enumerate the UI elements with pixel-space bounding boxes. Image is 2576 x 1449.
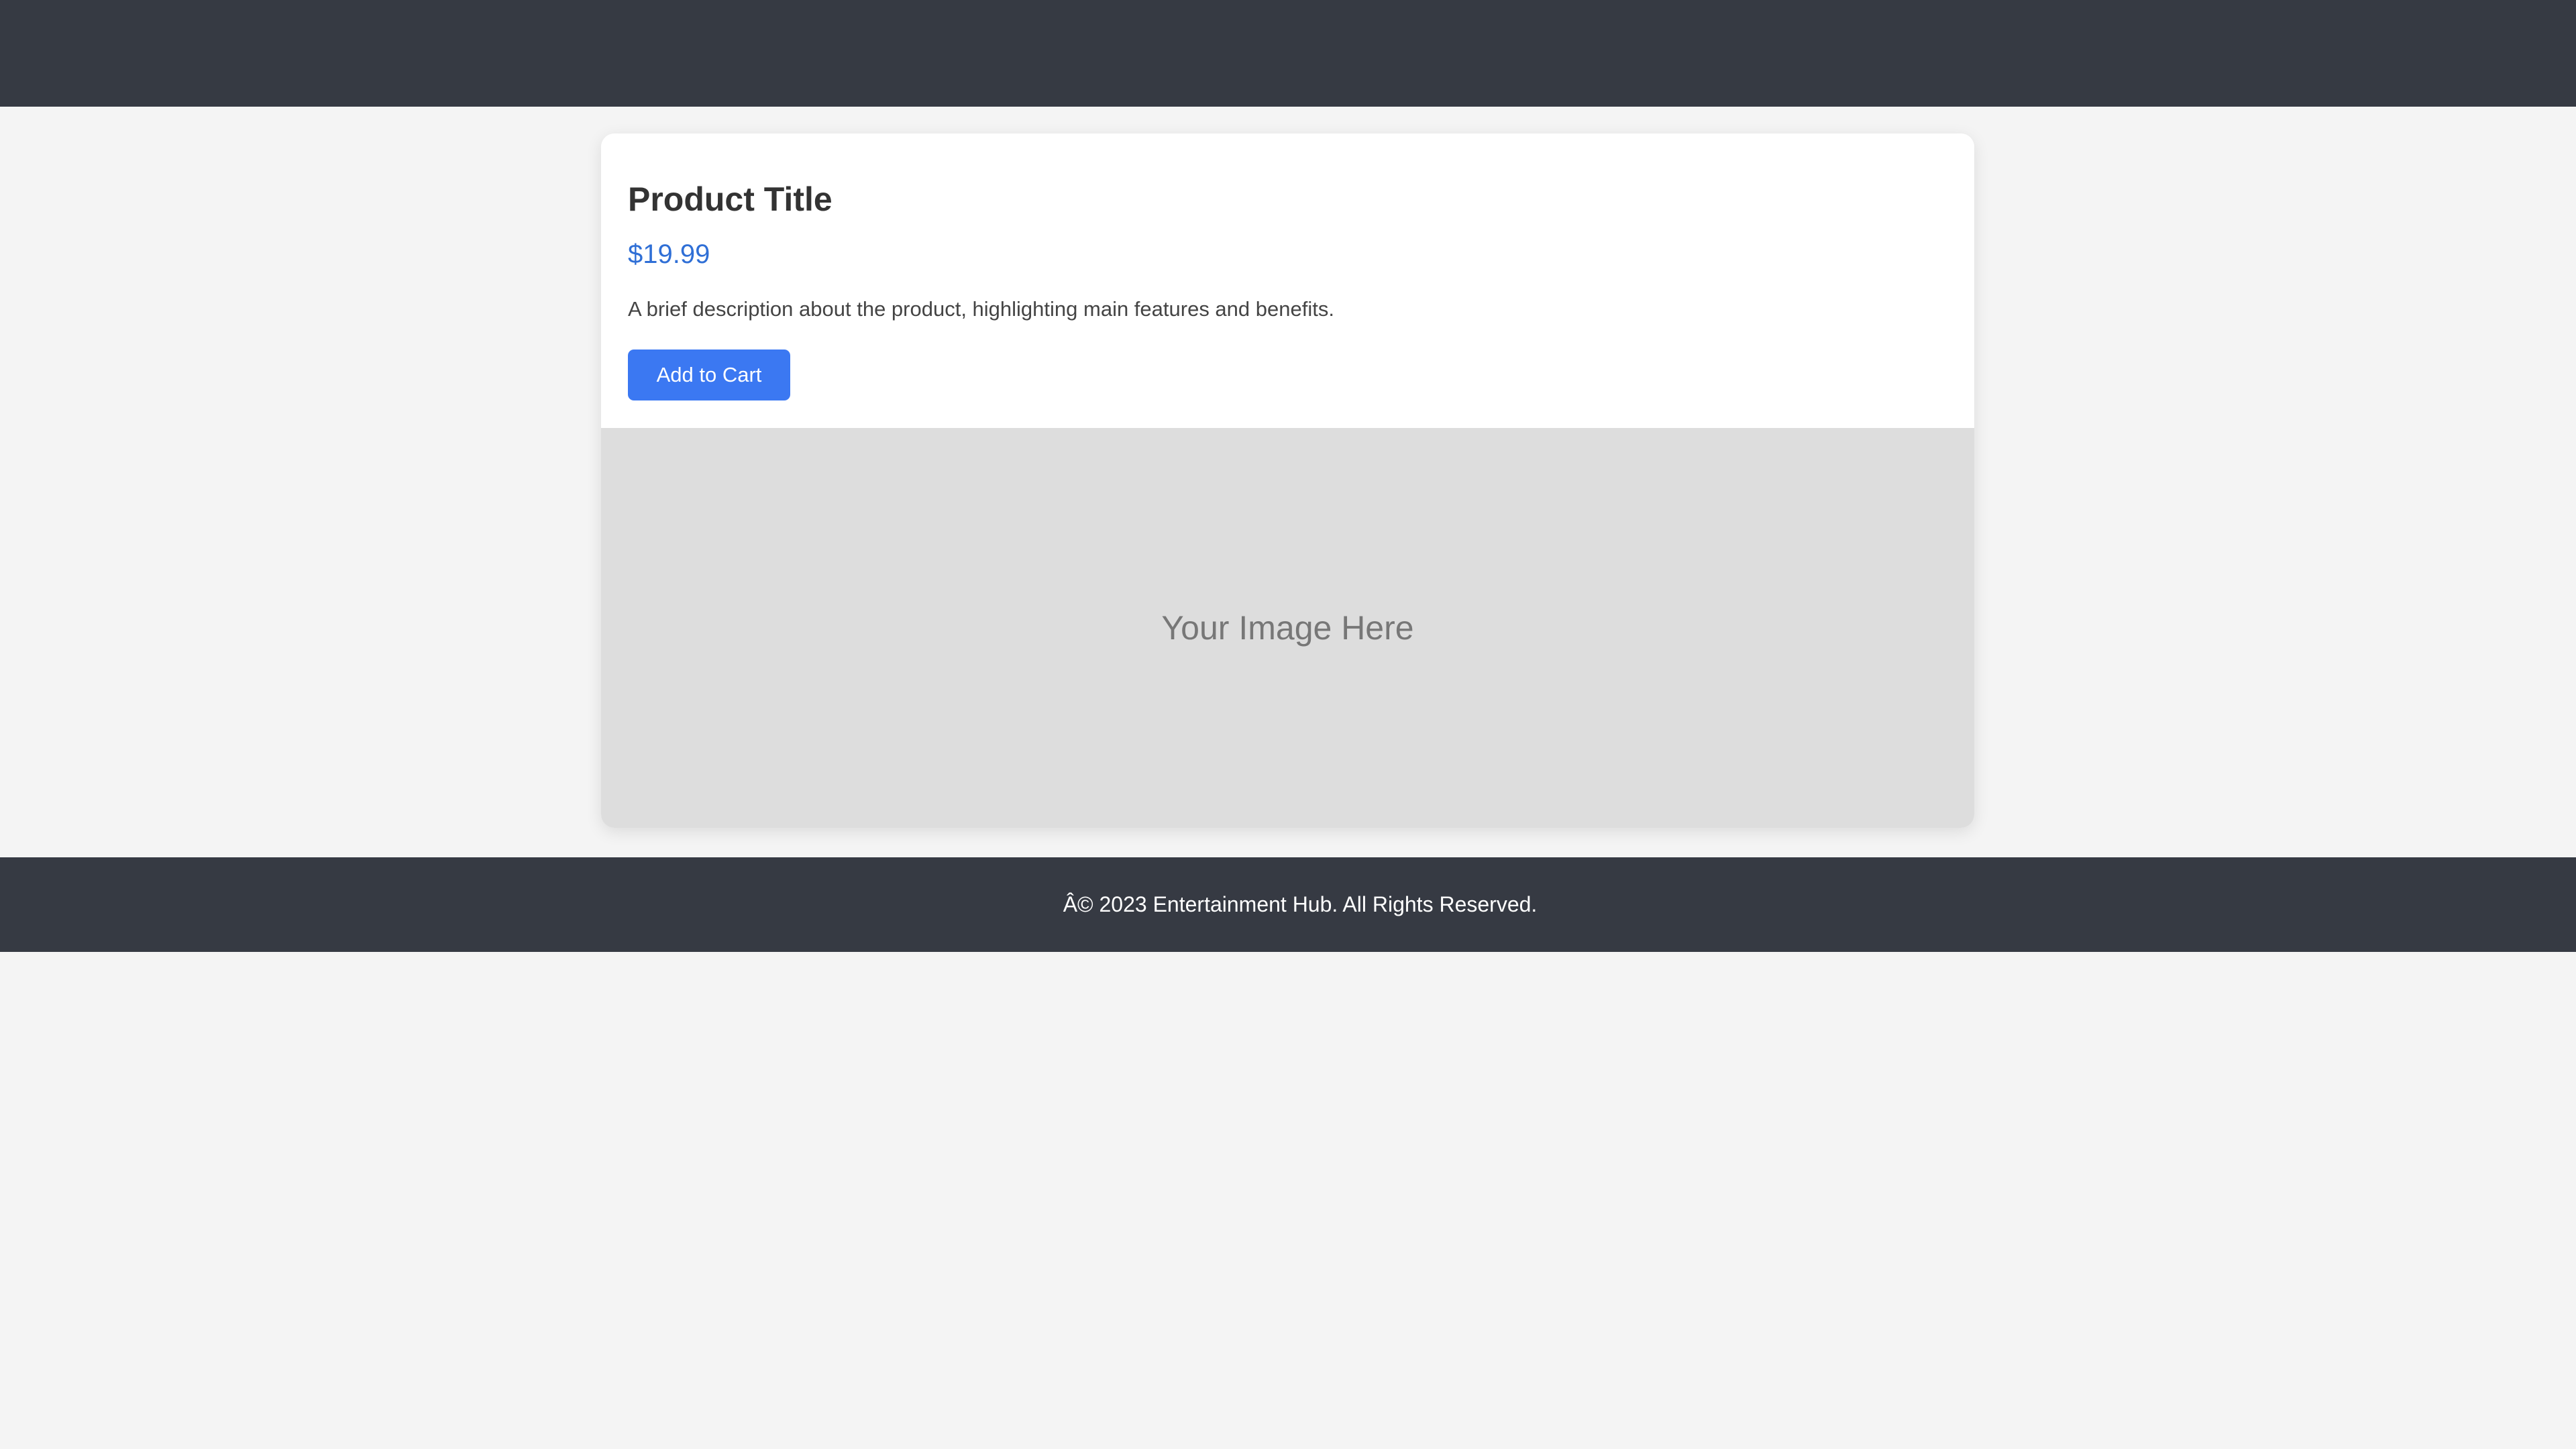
add-to-cart-button[interactable]: Add to Cart xyxy=(628,350,790,400)
image-placeholder-text: Your Image Here xyxy=(1161,609,1414,647)
product-info: Product Title $19.99 A brief description… xyxy=(601,133,1974,428)
footer-copyright: Â© 2023 Entertainment Hub. All Rights Re… xyxy=(1063,892,1538,916)
product-title: Product Title xyxy=(628,180,833,218)
product-description: A brief description about the product, h… xyxy=(628,297,1334,321)
site-footer: Â© 2023 Entertainment Hub. All Rights Re… xyxy=(0,857,2576,952)
product-image-placeholder: Your Image Here xyxy=(601,428,1974,828)
product-price: $19.99 xyxy=(628,239,710,269)
site-header xyxy=(0,0,2576,107)
product-card: Product Title $19.99 A brief description… xyxy=(601,133,1974,828)
